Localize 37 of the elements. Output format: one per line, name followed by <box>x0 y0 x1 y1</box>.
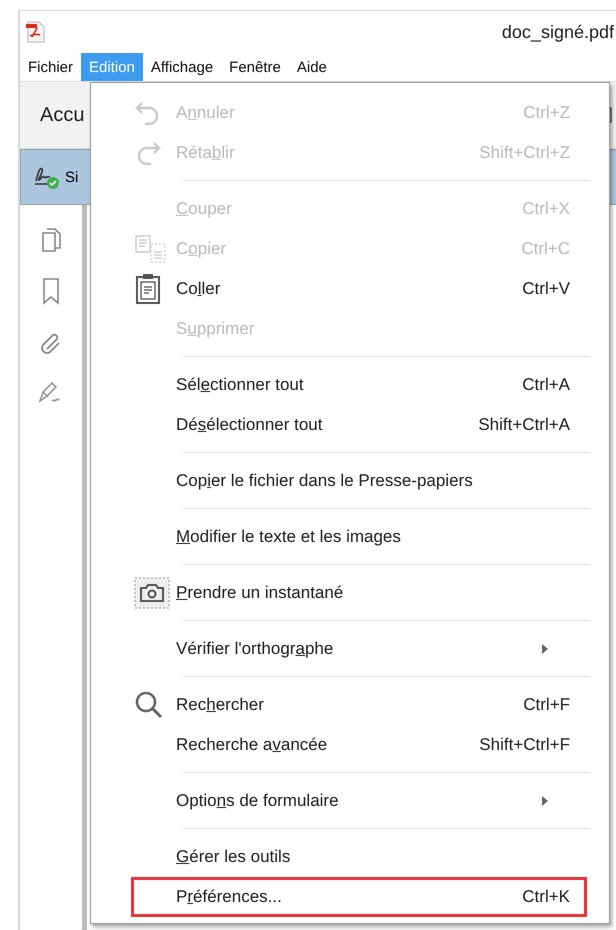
menu-item[interactable]: Prendre un instantané <box>131 573 587 613</box>
shortcut-text: Ctrl+X <box>522 199 570 219</box>
shortcut-text: Shift+Ctrl+A <box>478 415 570 435</box>
menu-bar-item[interactable]: Fenêtre <box>221 53 289 81</box>
shortcut-text: Ctrl+Z <box>523 103 570 123</box>
menu-item[interactable]: Rechercher Ctrl+F <box>131 685 587 725</box>
search-icon <box>134 690 164 720</box>
window-title: doc_signé.pdf <box>502 22 614 42</box>
menu-item[interactable]: Préférences... Ctrl+K <box>131 877 587 917</box>
clipboard-icon <box>134 273 162 305</box>
menu-item[interactable]: Gérer les outils <box>131 837 587 877</box>
menu-item[interactable]: Sélectionner tout Ctrl+A <box>131 365 587 405</box>
shortcut-text: Ctrl+C <box>521 239 570 259</box>
menu-item[interactable]: Désélectionner tout Shift+Ctrl+A <box>131 405 587 445</box>
pages-icon[interactable] <box>39 227 63 253</box>
shortcut-text: Ctrl+F <box>523 695 570 715</box>
menu-item[interactable]: Options de formulaire <box>131 781 587 821</box>
menu-item[interactable]: Copier le fichier dans le Presse-papiers <box>131 461 587 501</box>
menu-item[interactable]: Modifier le texte et les images <box>131 517 587 557</box>
signature-status-text: Si <box>65 168 78 186</box>
camera-icon <box>134 577 170 609</box>
copy-icon <box>134 234 168 264</box>
shortcut-text: Shift+Ctrl+Z <box>479 143 570 163</box>
shortcut-text: Shift+Ctrl+F <box>479 735 570 755</box>
shortcut-text: Ctrl+K <box>522 887 570 907</box>
menu-item[interactable]: Recherche avancée Shift+Ctrl+F <box>131 725 587 765</box>
menu-item[interactable]: Vérifier l'orthographe <box>131 629 587 669</box>
submenu-arrow-icon <box>542 796 548 806</box>
toolbar-tab[interactable]: Accu <box>40 104 84 126</box>
menu-bar-item[interactable]: Affichage <box>142 53 222 81</box>
bookmark-icon[interactable] <box>41 277 61 305</box>
shortcut-text: Ctrl+V <box>522 279 570 299</box>
shortcut-text: Ctrl+A <box>522 375 570 395</box>
submenu-arrow-icon <box>542 644 548 654</box>
menu-item[interactable]: Coller Ctrl+V <box>131 269 587 309</box>
menu-bar-item[interactable]: Aide <box>288 53 335 81</box>
menu-bar-item[interactable]: Fichier <box>20 53 82 81</box>
